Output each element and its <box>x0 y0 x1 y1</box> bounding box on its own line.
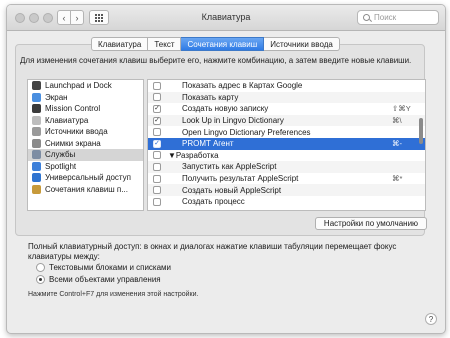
shortcut-label: Показать адрес в Картах Google <box>182 81 303 91</box>
shortcut-row[interactable]: ✓ PROMT Агент ⌘- <box>148 137 425 150</box>
checkbox[interactable] <box>153 162 161 171</box>
shortcut-row[interactable]: Запустить как AppleScript <box>148 161 425 173</box>
group-header[interactable]: ▼Разработка <box>148 150 425 162</box>
tab-text[interactable]: Текст <box>148 37 182 51</box>
category-label: Spotlight <box>45 161 77 171</box>
display-icon <box>32 92 41 102</box>
category-label: Экран <box>45 92 68 102</box>
category-item[interactable]: Сочетания клавиш п... <box>28 184 143 196</box>
checkbox[interactable]: ✓ <box>153 116 161 125</box>
shortcut-row[interactable]: Open Lingvo Dictionary Preferences <box>148 126 425 138</box>
tab-input-sources[interactable]: Источники ввода <box>264 37 340 51</box>
shortcut-label: Создать процесс <box>182 197 245 207</box>
category-item[interactable]: Источники ввода <box>28 126 143 138</box>
search-field[interactable]: Поиск <box>357 10 439 25</box>
checkbox[interactable] <box>153 197 161 206</box>
mission-control-icon <box>32 104 41 114</box>
tab-bar: Клавиатура Текст Сочетания клавиш Источн… <box>91 37 340 51</box>
search-icon <box>363 14 370 21</box>
radio-indicator-selected <box>36 275 45 284</box>
checkbox[interactable] <box>153 128 161 137</box>
shortcut-label: Open Lingvo Dictionary Preferences <box>182 127 311 137</box>
category-label: Универсальный доступ <box>45 173 132 183</box>
gear-icon <box>32 150 41 160</box>
help-button[interactable]: ? <box>425 313 437 325</box>
shortcut-row[interactable]: ✓ Создать новую записку ⇧⌘Y <box>148 103 425 115</box>
shortcut-keys[interactable]: ⌘\ <box>392 116 402 125</box>
category-item[interactable]: Клавиатура <box>28 115 143 127</box>
shortcut-row[interactable]: Показать карту <box>148 91 425 104</box>
category-label: Источники ввода <box>45 127 108 137</box>
category-label: Сочетания клавиш п... <box>45 184 128 194</box>
radio-text-boxes[interactable]: Текстовыми блоками и списками <box>36 263 171 272</box>
category-item[interactable]: Mission Control <box>28 103 143 115</box>
category-item[interactable]: Экран <box>28 92 143 104</box>
shortcut-row[interactable]: Создать процесс <box>148 196 425 208</box>
checkbox[interactable]: ✓ <box>153 139 161 148</box>
checkbox[interactable] <box>153 174 161 183</box>
spotlight-icon <box>32 161 41 171</box>
radio-indicator <box>36 263 45 272</box>
full-keyboard-access-text: Полный клавиатурный доступ: в окнах и ди… <box>28 242 397 261</box>
shortcut-list[interactable]: Показать адрес в Картах Google Показать к… <box>147 79 426 211</box>
shortcut-row[interactable]: ✓ Look Up in Lingvo Dictionary ⌘\ <box>148 114 425 127</box>
category-label: Снимки экрана <box>45 138 101 148</box>
category-label: Launchpad и Dock <box>45 81 112 91</box>
shortcut-label: Создать новую записку <box>182 104 269 114</box>
shortcut-keys[interactable]: ⇧⌘Y <box>392 104 411 113</box>
category-item[interactable]: Launchpad и Dock <box>28 80 143 92</box>
radio-label: Всеми объектами управления <box>49 275 161 284</box>
shortcut-label: Получить результат AppleScript <box>182 174 299 184</box>
camera-icon <box>32 138 41 148</box>
checkbox[interactable] <box>153 81 161 90</box>
shortcut-label: Создать новый AppleScript <box>182 185 282 195</box>
shortcut-row[interactable]: Получить результат AppleScript ⌘* <box>148 173 425 185</box>
input-sources-icon <box>32 127 41 137</box>
shortcut-keys[interactable]: ⌘* <box>392 174 402 183</box>
radio-all-controls[interactable]: Всеми объектами управления <box>36 275 161 284</box>
shortcut-row[interactable]: Создать новый AppleScript <box>148 184 425 196</box>
shortcut-label: Показать карту <box>182 92 239 102</box>
search-placeholder: Поиск <box>374 13 397 22</box>
title-bar: ‹ › Клавиатура Поиск <box>7 5 445 31</box>
shortcut-row[interactable]: Показать адрес в Картах Google <box>148 80 425 92</box>
keyboard-icon <box>32 115 41 125</box>
launchpad-icon <box>32 81 41 91</box>
radio-label: Текстовыми блоками и списками <box>49 263 172 272</box>
tab-shortcuts[interactable]: Сочетания клавиш <box>181 37 265 51</box>
category-item[interactable]: Службы <box>28 149 143 161</box>
accessibility-icon <box>32 173 41 183</box>
checkbox[interactable]: ✓ <box>153 104 161 113</box>
checkbox[interactable] <box>153 93 161 102</box>
shortcut-label: Запустить как AppleScript <box>182 162 277 172</box>
shortcut-keys[interactable]: ⌘- <box>392 139 402 148</box>
category-label: Клавиатура <box>45 115 89 125</box>
shortcut-label: PROMT Агент <box>182 139 234 149</box>
category-item[interactable]: Spotlight <box>28 161 143 173</box>
category-label: Службы <box>45 150 76 160</box>
shortcut-label: ▼Разработка <box>168 150 219 160</box>
category-list[interactable]: Launchpad и Dock Экран Mission Control Клав… <box>27 79 144 211</box>
category-item[interactable]: Снимки экрана <box>28 138 143 150</box>
checkbox[interactable] <box>153 151 161 160</box>
instructions-text: Для изменения сочетания клавиш выберите … <box>20 56 412 65</box>
shortcut-label: Look Up in Lingvo Dictionary <box>182 116 284 126</box>
control-f7-hint: Нажмите Control+F7 для изменения этой на… <box>28 291 199 298</box>
checkbox[interactable] <box>153 186 161 195</box>
restore-defaults-button[interactable]: Настройки по умолчанию <box>315 217 427 230</box>
tab-keyboard[interactable]: Клавиатура <box>91 37 149 51</box>
scrollbar-thumb[interactable] <box>419 118 423 144</box>
category-item[interactable]: Универсальный доступ <box>28 172 143 184</box>
question-icon: ? <box>428 314 434 324</box>
category-label: Mission Control <box>45 104 101 114</box>
app-shortcuts-icon <box>32 184 41 194</box>
